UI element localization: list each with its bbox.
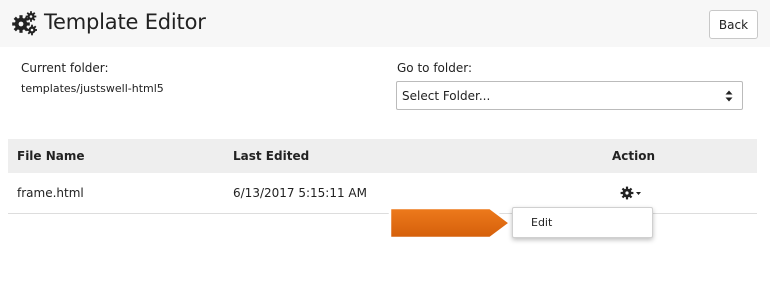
gears-icon [12,11,37,36]
file-name-cell: frame.html [17,186,84,200]
column-header-file-name: File Name [17,149,85,163]
caret-down-icon [636,192,641,195]
page-header: Template Editor Back [0,0,770,47]
page-title: Template Editor [44,10,206,34]
last-edited-cell: 6/13/2017 5:15:11 AM [233,186,367,200]
column-header-action: Action [612,149,656,163]
back-button[interactable]: Back [709,10,758,39]
current-folder-value: templates/justswell-html5 [21,82,164,95]
menu-item-edit[interactable]: Edit [531,216,552,229]
folder-select[interactable]: Select Folder... [396,81,743,110]
go-to-folder-label: Go to folder: [397,61,472,75]
select-arrows-icon [725,90,733,102]
column-header-last-edited: Last Edited [233,149,310,163]
table-header: File Name Last Edited Action [8,139,757,173]
action-gear-dropdown[interactable] [618,183,646,203]
folder-select-value: Select Folder... [402,89,491,103]
action-dropdown-menu: Edit [512,207,653,238]
orange-callout-arrow [388,206,512,240]
current-folder-label: Current folder: [21,61,109,75]
